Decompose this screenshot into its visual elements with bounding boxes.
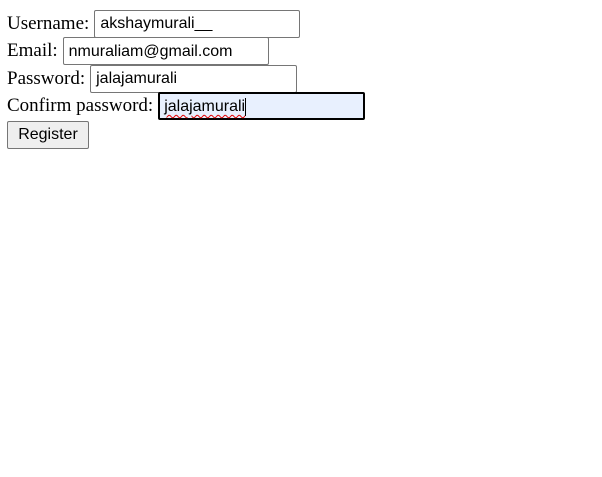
confirm-password-value: jalajamurali: [164, 97, 246, 115]
confirm-password-row: Confirm password: jalajamurali: [7, 92, 366, 121]
password-label: Password:: [7, 67, 86, 89]
username-input[interactable]: akshaymurali__: [94, 9, 301, 38]
confirm-password-label: Confirm password:: [7, 95, 154, 117]
submit-row: Register: [7, 120, 365, 150]
register-button[interactable]: Register: [7, 121, 89, 149]
password-row: Password: jalajamurali: [7, 64, 365, 93]
email-value: nmuraliam@gmail.com: [68, 42, 233, 60]
email-input[interactable]: nmuraliam@gmail.com: [62, 37, 269, 66]
registration-form: Username: akshaymurali__ Email: nmuralia…: [7, 9, 366, 150]
password-input[interactable]: jalajamurali: [90, 64, 298, 93]
confirm-password-input[interactable]: jalajamurali: [158, 92, 366, 121]
text-caret: [245, 97, 247, 116]
email-row: Email: nmuraliam@gmail.com: [7, 37, 365, 66]
username-value: akshaymurali__: [100, 15, 213, 33]
username-row: Username: akshaymurali__: [7, 9, 365, 38]
password-value: jalajamurali: [96, 70, 178, 88]
email-label: Email:: [7, 40, 58, 62]
username-label: Username:: [7, 12, 90, 34]
